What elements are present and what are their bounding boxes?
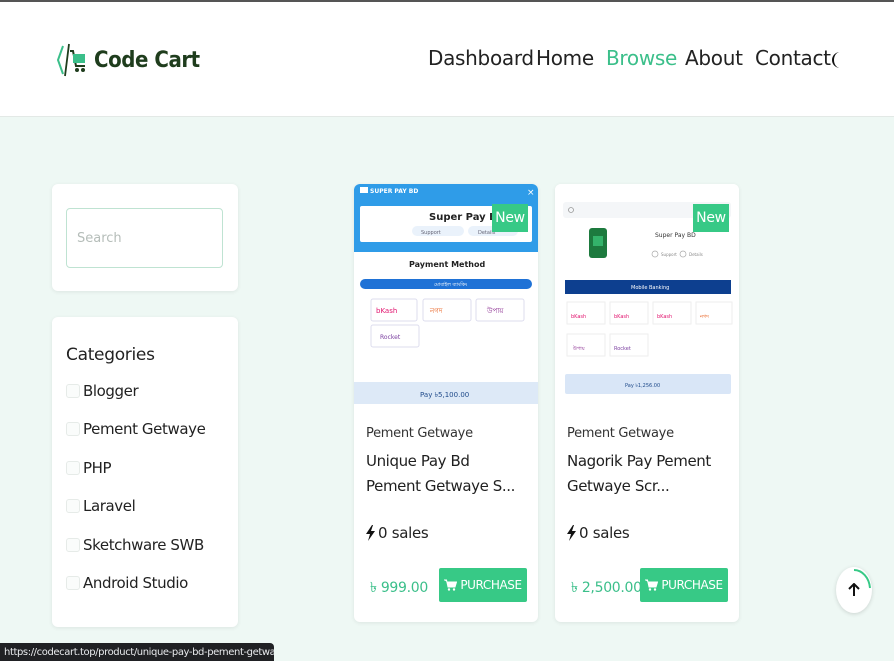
categories-title: Categories — [66, 345, 155, 365]
category-label: Pement Getwaye — [83, 420, 206, 438]
category-item-blogger[interactable]: Blogger — [66, 381, 139, 401]
bolt-icon — [567, 525, 576, 541]
thumb-method-6: Rocket — [614, 346, 631, 352]
scroll-progress-ring — [853, 568, 871, 589]
search-card — [52, 184, 238, 291]
thumb-method-2: bKash — [614, 314, 629, 320]
search-input[interactable] — [66, 208, 223, 268]
theme-toggle-button[interactable] — [828, 50, 846, 70]
product-sales: 0 sales — [567, 524, 630, 542]
category-label: Sketchware SWB — [83, 536, 204, 554]
svg-text:×: × — [527, 188, 535, 198]
categories-card: Categories Blogger Pement Getwaye PHP La… — [52, 317, 238, 627]
new-badge: New — [693, 204, 729, 232]
thumb-method-3: bKash — [657, 314, 672, 320]
category-checkbox[interactable] — [66, 499, 80, 513]
sales-count: 0 sales — [378, 524, 429, 542]
category-checkbox[interactable] — [66, 461, 80, 475]
brand-name: Code Cart — [94, 47, 200, 73]
product-category: Pement Getwaye — [567, 426, 674, 441]
category-checkbox[interactable] — [66, 538, 80, 552]
category-checkbox[interactable] — [66, 576, 80, 590]
thumb-method-nagad: নগদ — [429, 307, 443, 315]
category-item-php[interactable]: PHP — [66, 458, 112, 478]
purchase-button[interactable]: PURCHASE — [439, 568, 527, 602]
product-title[interactable]: Nagorik Pay Pement Getwaye Scr... — [567, 449, 717, 499]
scroll-to-top-button[interactable] — [836, 567, 872, 613]
cart-code-icon — [56, 43, 85, 77]
thumb-chip-support: Support — [421, 230, 441, 236]
thumb-method-rocket: Rocket — [380, 334, 401, 341]
product-price: ৳ 2,500.00 — [571, 580, 642, 596]
category-label: Laravel — [83, 497, 136, 515]
nav-dashboard[interactable]: Dashboard — [428, 46, 534, 70]
product-title[interactable]: Unique Pay Bd Pement Getwaye S... — [366, 449, 516, 499]
purchase-label: PURCHASE — [661, 578, 723, 592]
purchase-button[interactable]: PURCHASE — [640, 568, 728, 602]
nav-home[interactable]: Home — [536, 46, 594, 70]
bolt-icon — [366, 525, 375, 541]
product-thumbnail[interactable]: SUPER PAY BD × Super Pay BD Support Deta… — [354, 184, 538, 404]
category-label: Android Studio — [83, 574, 188, 592]
brand-logo[interactable]: Code Cart — [56, 40, 211, 80]
site-header: Code Cart Dashboard Home Browse About Co… — [0, 2, 894, 117]
purchase-label: PURCHASE — [460, 578, 522, 592]
thumb-pay-text: Pay ৳1,256.00 — [625, 383, 660, 389]
thumb-method-4: নগদ — [699, 314, 709, 320]
category-label: PHP — [83, 459, 112, 477]
product-category: Pement Getwaye — [366, 426, 473, 441]
category-item-laravel[interactable]: Laravel — [66, 496, 136, 516]
nav-browse[interactable]: Browse — [606, 46, 677, 70]
nav-contact[interactable]: Contact — [755, 46, 831, 70]
moon-icon — [832, 52, 840, 68]
category-item-pement-getwaye[interactable]: Pement Getwaye — [66, 419, 206, 439]
thumb-method-bkash: bKash — [376, 307, 397, 315]
nav-about[interactable]: About — [685, 46, 743, 70]
product-sales: 0 sales — [366, 524, 429, 542]
thumb-header-text: SUPER PAY BD — [370, 188, 418, 195]
cart-icon — [645, 579, 659, 591]
product-card: Super Pay BD Support Details Mobile Bank… — [555, 184, 739, 622]
thumb-app-name: Super Pay BD — [655, 232, 696, 239]
new-badge: New — [492, 204, 528, 232]
thumb-chip-support: Support — [661, 252, 677, 257]
category-item-sketchware[interactable]: Sketchware SWB — [66, 535, 204, 555]
cart-icon — [444, 579, 458, 591]
thumb-method-5: উপায় — [572, 345, 586, 352]
thumb-method-upay: উপায় — [486, 306, 504, 315]
sales-count: 0 sales — [579, 524, 630, 542]
product-thumbnail[interactable]: Super Pay BD Support Details Mobile Bank… — [555, 184, 739, 404]
product-price: ৳ 999.00 — [370, 580, 429, 596]
thumb-chip-details: Details — [689, 252, 703, 257]
category-label: Blogger — [83, 382, 139, 400]
thumb-section-title: Payment Method — [409, 260, 485, 269]
link-status-bar: https://codecart.top/product/unique-pay-… — [0, 643, 274, 661]
category-checkbox[interactable] — [66, 384, 80, 398]
category-item-android-studio[interactable]: Android Studio — [66, 573, 188, 593]
thumb-method-1: bKash — [571, 314, 586, 320]
product-card: SUPER PAY BD × Super Pay BD Support Deta… — [354, 184, 538, 622]
thumb-pay-text: Pay ৳5,100.00 — [420, 391, 469, 399]
thumb-bar-text: Mobile Banking — [631, 285, 669, 291]
category-checkbox[interactable] — [66, 422, 80, 436]
thumb-bar-text: মোবাইল ব্যাংকিং — [434, 282, 467, 288]
